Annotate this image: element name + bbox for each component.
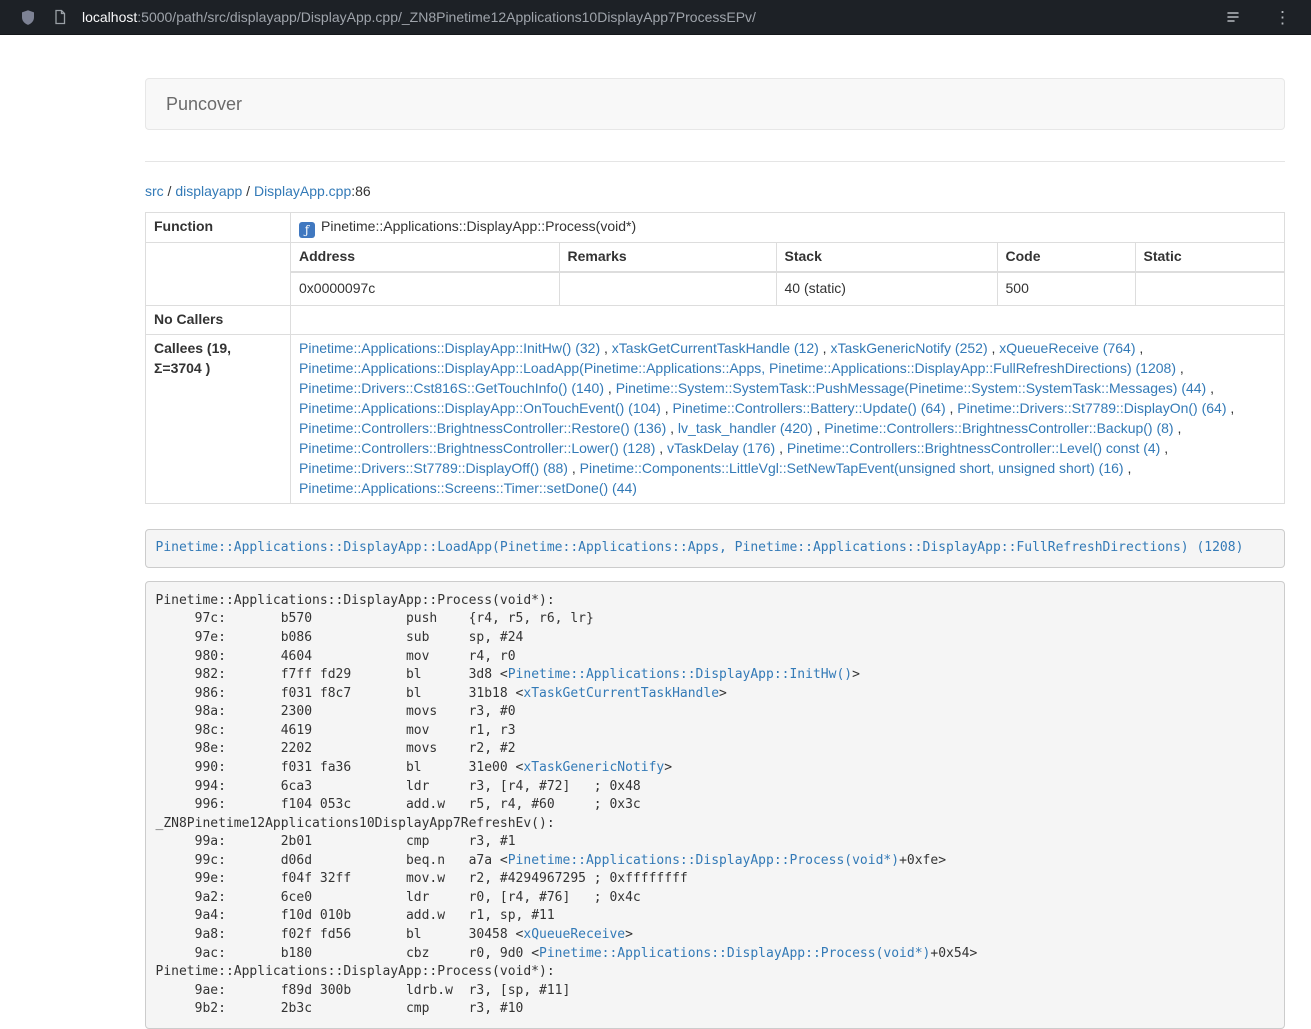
function-row: Function ƒ Pinetime::Applications::Displa… bbox=[146, 213, 1285, 243]
callees-cell: Pinetime::Applications::DisplayApp::Init… bbox=[291, 334, 1285, 503]
function-row-label: Function bbox=[146, 213, 291, 243]
metrics-value-row: 0x0000097c 40 (static) 500 bbox=[291, 272, 1284, 305]
callee-link[interactable]: Pinetime::Controllers::BrightnessControl… bbox=[299, 440, 655, 456]
metrics-row: Address Remarks Stack Code Static 0x0000… bbox=[146, 243, 1285, 306]
column-header-static: Static bbox=[1135, 243, 1284, 272]
callee-link[interactable]: Pinetime::Drivers::St7789::DisplayOff() … bbox=[299, 460, 568, 476]
address-value: 0x0000097c bbox=[291, 272, 559, 305]
callee-link[interactable]: xQueueReceive (764) bbox=[999, 340, 1135, 356]
callee-link[interactable]: Pinetime::Applications::DisplayApp::OnTo… bbox=[299, 400, 661, 416]
callee-link[interactable]: Pinetime::Controllers::BrightnessControl… bbox=[824, 420, 1173, 436]
largest-callee-highlight: Pinetime::Applications::DisplayApp::Load… bbox=[145, 529, 1285, 569]
callee-link[interactable]: vTaskDelay (176) bbox=[667, 440, 775, 456]
no-callers-label: No Callers bbox=[146, 305, 291, 334]
metrics-cell: Address Remarks Stack Code Static 0x0000… bbox=[291, 243, 1285, 306]
app-navbar: Puncover bbox=[145, 78, 1285, 130]
column-header-remarks: Remarks bbox=[559, 243, 776, 272]
column-header-address: Address bbox=[291, 243, 559, 272]
function-name: Pinetime::Applications::DisplayApp::Proc… bbox=[321, 218, 636, 234]
remarks-value bbox=[559, 272, 776, 305]
breadcrumb-link-file[interactable]: DisplayApp.cpp bbox=[254, 183, 351, 199]
callee-separator: , bbox=[1160, 440, 1168, 456]
callee-separator: , bbox=[988, 340, 1000, 356]
breadcrumb-separator: / bbox=[164, 183, 176, 199]
callee-link[interactable]: lv_task_handler (420) bbox=[678, 420, 813, 436]
callee-separator: , bbox=[1124, 460, 1132, 476]
metrics-header-row: Address Remarks Stack Code Static bbox=[291, 243, 1284, 272]
callee-link[interactable]: Pinetime::Controllers::BrightnessControl… bbox=[787, 440, 1160, 456]
callee-separator: , bbox=[813, 420, 825, 436]
breadcrumb-link-displayapp[interactable]: displayapp bbox=[175, 183, 242, 199]
callee-link[interactable]: Pinetime::Applications::Screens::Timer::… bbox=[299, 480, 637, 496]
symbol-table: Function ƒPinetime::Applications::Displa… bbox=[145, 212, 1285, 504]
column-header-stack: Stack bbox=[776, 243, 997, 272]
largest-callee-link[interactable]: Pinetime::Applications::DisplayApp::Load… bbox=[156, 540, 1244, 555]
callee-separator: , bbox=[1176, 360, 1184, 376]
callee-link[interactable]: xTaskGetCurrentTaskHandle (12) bbox=[612, 340, 819, 356]
code-value: 500 bbox=[997, 272, 1135, 305]
breadcrumb-separator: / bbox=[242, 183, 254, 199]
callee-link[interactable]: Pinetime::Controllers::BrightnessControl… bbox=[299, 420, 666, 436]
callee-separator: , bbox=[655, 440, 667, 456]
callee-link[interactable]: Pinetime::Drivers::Cst816S::GetTouchInfo… bbox=[299, 380, 604, 396]
callee-link[interactable]: Pinetime::Drivers::St7789::DisplayOn() (… bbox=[957, 400, 1226, 416]
page-info-icon[interactable] bbox=[48, 5, 72, 29]
callees-label: Callees (19, Σ=3704 ) bbox=[146, 334, 291, 503]
reader-mode-icon[interactable] bbox=[1221, 5, 1245, 29]
disasm-symbol-link[interactable]: xTaskGetCurrentTaskHandle bbox=[523, 686, 719, 701]
page-container: Puncover src / displayapp / DisplayApp.c… bbox=[145, 78, 1285, 1029]
callee-separator: , bbox=[819, 340, 831, 356]
disassembly-block: Pinetime::Applications::DisplayApp::Proc… bbox=[145, 581, 1285, 1029]
callee-separator: , bbox=[666, 420, 678, 436]
callee-separator: , bbox=[946, 400, 958, 416]
breadcrumb-line-number: :86 bbox=[351, 183, 370, 199]
disasm-symbol-link[interactable]: Pinetime::Applications::DisplayApp::Proc… bbox=[539, 946, 930, 961]
callee-separator: , bbox=[1206, 380, 1214, 396]
column-header-code: Code bbox=[997, 243, 1135, 272]
address-bar[interactable]: localhost:5000/path/src/displayapp/Displ… bbox=[82, 9, 1217, 25]
no-callers-cell bbox=[291, 305, 1285, 334]
static-value bbox=[1135, 272, 1284, 305]
no-callers-row: No Callers bbox=[146, 305, 1285, 334]
empty-label-cell bbox=[146, 243, 291, 306]
callee-separator: , bbox=[775, 440, 787, 456]
callee-link[interactable]: xTaskGenericNotify (252) bbox=[830, 340, 987, 356]
stack-value: 40 (static) bbox=[776, 272, 997, 305]
url-path: :5000/path/src/displayapp/DisplayApp.cpp… bbox=[137, 9, 756, 25]
shield-icon[interactable] bbox=[16, 5, 40, 29]
function-name-cell: ƒ Pinetime::Applications::DisplayApp::Pro… bbox=[291, 213, 1285, 243]
callee-link[interactable]: Pinetime::Components::LittleVgl::SetNewT… bbox=[580, 460, 1124, 476]
callee-link[interactable]: Pinetime::Controllers::Battery::Update()… bbox=[673, 400, 946, 416]
callee-link[interactable]: Pinetime::Applications::DisplayApp::Load… bbox=[299, 360, 1176, 376]
metrics-table: Address Remarks Stack Code Static 0x0000… bbox=[291, 243, 1284, 305]
callees-row: Callees (19, Σ=3704 ) Pinetime::Applicat… bbox=[146, 334, 1285, 503]
callee-separator: , bbox=[604, 380, 616, 396]
breadcrumb: src / displayapp / DisplayApp.cpp:86 bbox=[145, 183, 1285, 199]
disasm-symbol-link[interactable]: Pinetime::Applications::DisplayApp::Proc… bbox=[508, 853, 899, 868]
function-icon: ƒ bbox=[299, 222, 315, 238]
divider bbox=[145, 161, 1285, 162]
callee-separator: , bbox=[1135, 340, 1143, 356]
callee-separator: , bbox=[568, 460, 580, 476]
disasm-symbol-link[interactable]: Pinetime::Applications::DisplayApp::Init… bbox=[508, 667, 852, 682]
app-brand[interactable]: Puncover bbox=[146, 94, 262, 115]
callee-separator: , bbox=[661, 400, 673, 416]
disasm-symbol-link[interactable]: xTaskGenericNotify bbox=[523, 760, 664, 775]
browser-chrome: localhost:5000/path/src/displayapp/Displ… bbox=[0, 0, 1311, 35]
kebab-menu-icon[interactable]: ⋮ bbox=[1271, 5, 1295, 29]
callee-separator: , bbox=[1174, 420, 1182, 436]
callee-separator: , bbox=[1227, 400, 1235, 416]
callee-separator: , bbox=[600, 340, 612, 356]
disasm-symbol-link[interactable]: xQueueReceive bbox=[523, 927, 625, 942]
callee-link[interactable]: Pinetime::Applications::DisplayApp::Init… bbox=[299, 340, 600, 356]
breadcrumb-link-src[interactable]: src bbox=[145, 183, 164, 199]
url-host: localhost bbox=[82, 9, 137, 25]
callee-link[interactable]: Pinetime::System::SystemTask::PushMessag… bbox=[616, 380, 1207, 396]
